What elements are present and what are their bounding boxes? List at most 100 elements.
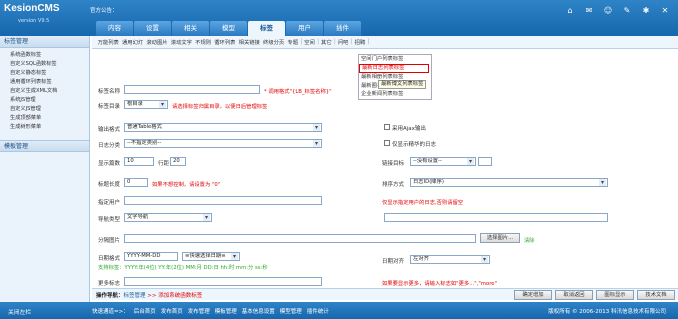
subbar-item-scroll-image[interactable]: 滚动图片 [145,38,169,46]
quick-link-model-manage[interactable]: 模型管理 [280,307,302,315]
status-bar: 关闭左栏 快速通道=>： 后台首页 发布首页 发布管理 模板管理 基本信息设置 … [0,302,678,319]
subbar-item-jobs[interactable]: 招聘 [353,38,367,46]
sidebar-item-system-js[interactable]: 系统JS管理 [10,96,89,105]
app-version: version V9.5 [18,18,50,24]
nav-type-select[interactable]: 文字导航 [124,213,212,222]
clear-image-link[interactable]: 清除 [524,236,535,244]
tab-related[interactable]: 相关 [172,21,209,36]
user-label: 指定用户 [98,200,121,206]
more-flag-input[interactable] [124,277,322,286]
tech-docs-button[interactable]: 技术文档 [637,290,675,300]
subbar-item-related-links[interactable]: 相关链接 [237,38,261,46]
output-format-select[interactable]: 普通Table格式 [124,123,322,132]
action-bar: 操作导航：标签管理 >> 添加系统函数标签 确定增加 取消返回 图标显示 技术文… [92,288,678,300]
tab-users[interactable]: 用户 [286,21,323,36]
nav-text-input[interactable] [384,213,608,222]
quick-link-plugin-stats[interactable]: 插件统计 [307,307,329,315]
sort-order-select[interactable]: 日志ID(降序) [410,178,608,187]
ajax-output-checkbox[interactable] [384,124,390,130]
dropdown-item-latest-blog[interactable]: 最新日志列表标签 [359,63,429,73]
user-hint: 仅显示指定用户的日志,否则请留空 [382,200,464,206]
gear-icon[interactable]: ✱ [641,6,651,15]
subbar-item-slideshow[interactable]: 通用幻灯 [120,38,144,46]
sidebar: 标签管理 系统函数标签 自定义SQL函数标签 自定义静态标签 通用循环列表标签 … [0,36,90,302]
close-left-panel-button[interactable]: 关闭左栏 [8,307,31,316]
date-format-input[interactable]: YYYY-MM-DD [124,252,178,261]
breadcrumb-prefix: 操作导航： [96,293,124,299]
dropdown-item-company-news[interactable]: 企业新闻列表标签 [359,90,431,99]
divider-image-input[interactable] [124,234,476,243]
tab-model[interactable]: 模型 [210,21,247,36]
subbar-item-space[interactable]: 空间 [303,38,317,46]
tag-name-input[interactable] [124,85,260,94]
date-align-select[interactable]: 左对齐 [410,255,490,264]
subbar-item-pagination[interactable]: 终级分页 [261,38,285,46]
date-quick-select[interactable]: ≡快速选择日期≡ [182,252,240,261]
quick-link-publish-manage[interactable]: 发布管理 [188,307,210,315]
official-notice: 官方公告： [90,8,118,14]
dropdown-item-space-portal[interactable]: 空间门户列表标签 [359,55,431,64]
tools-icon[interactable]: ✎ [622,6,632,15]
display-count-input[interactable]: 10 [124,157,154,166]
subbar-item-other[interactable]: 其它 [319,38,333,46]
category-label: 日志分类 [98,143,121,149]
breadcrumb-tag-management[interactable]: 标签管理 [124,293,146,299]
sidebar-header-template-management[interactable]: 模板管理 [0,140,89,152]
sidebar-item-tree-menu[interactable]: 生成树形菜单 [10,123,89,132]
sidebar-item-top-menu[interactable]: 生成顶部菜单 [10,114,89,123]
user-icon[interactable]: ☺ [603,6,613,15]
select-image-button[interactable]: 选择图片... [480,233,520,243]
tab-content[interactable]: 内容 [96,21,133,36]
tab-settings[interactable]: 设置 [134,21,171,36]
subbar-item-scroll-text[interactable]: 滚动文字 [169,38,193,46]
tag-dir-select[interactable]: 根目录 [124,100,168,109]
quick-link-admin-home[interactable]: 后台首页 [134,307,156,315]
row-spacing-input[interactable]: 20 [170,157,186,166]
display-count-label: 显示篇数 [98,161,121,167]
sidebar-header-tag-management[interactable]: 标签管理 [0,36,89,48]
sidebar-item-custom-xml[interactable]: 自定义生成XML文档 [10,87,89,96]
title-length-input[interactable]: 0 [124,178,148,187]
user-input[interactable] [124,196,322,205]
sidebar-item-loop-list-tags[interactable]: 通用循环列表标签 [10,78,89,87]
subbar-item-loop-list[interactable]: 循环列表 [213,38,237,46]
subbar-item-ask[interactable]: 问吧 [336,38,350,46]
ajax-output-label: 采用Ajax输出 [392,126,426,132]
cancel-return-button[interactable]: 取消返回 [555,290,593,300]
sidebar-item-custom-js[interactable]: 自定义JS管理 [10,105,89,114]
tag-name-hint: * 调用格式"{LB_标签名称}" [264,89,332,95]
more-flag-label: 更多标志 [98,281,121,287]
sidebar-item-custom-sql-tags[interactable]: 自定义SQL函数标签 [10,60,89,69]
exit-icon[interactable]: ✕ [660,6,670,15]
tag-name-label: 标签名称 [98,89,121,95]
category-select[interactable]: --不指定类别-- [124,139,322,148]
sort-order-label: 排序方式 [382,182,405,188]
subbar-item-topic[interactable]: 专题 [286,38,300,46]
tag-dir-label: 标签目录 [98,104,121,110]
row-spacing-label: 行距 [158,161,170,167]
tab-tags[interactable]: 标签 [248,21,285,36]
link-target-input[interactable] [478,157,492,166]
quick-links: 快速通道=>： 后台首页 发布首页 发布管理 模板管理 基本信息设置 模型管理 … [92,307,329,315]
mail-icon[interactable]: ✉ [584,6,594,15]
quick-link-basic-settings[interactable]: 基本信息设置 [242,307,275,315]
sidebar-item-custom-static-tags[interactable]: 自定义静态标签 [10,69,89,78]
quick-links-prefix: 快速通道=>： [92,309,129,315]
subbar-divider: │ [366,39,370,45]
nav-type-label: 导航类型 [98,217,121,223]
tag-form: 空间门户列表标签 最新日志列表标签 最新相册列表标签 最新圈子列表标签 企业新闻… [92,50,678,288]
quick-link-publish-home[interactable]: 发布首页 [161,307,183,315]
icon-display-button[interactable]: 图标显示 [596,290,634,300]
subbar-item-irregular[interactable]: 不规则 [194,38,213,46]
confirm-add-button[interactable]: 确定增加 [514,290,552,300]
date-align-label: 日期对齐 [382,259,405,265]
tab-plugins[interactable]: 插件 [324,21,361,36]
link-target-select[interactable]: --没有设置-- [410,157,476,166]
subbar-item-universal-list[interactable]: 万能列表 [96,38,120,46]
sidebar-list: 系统函数标签 自定义SQL函数标签 自定义静态标签 通用循环列表标签 自定义生成… [0,48,89,134]
home-icon[interactable]: ⌂ [565,6,575,15]
featured-only-checkbox[interactable] [384,140,390,146]
sidebar-item-system-function-tags[interactable]: 系统函数标签 [10,51,89,60]
quick-link-template-manage[interactable]: 模板管理 [215,307,237,315]
main-tabs: 内容 设置 相关 模型 标签 用户 插件 [96,21,361,36]
